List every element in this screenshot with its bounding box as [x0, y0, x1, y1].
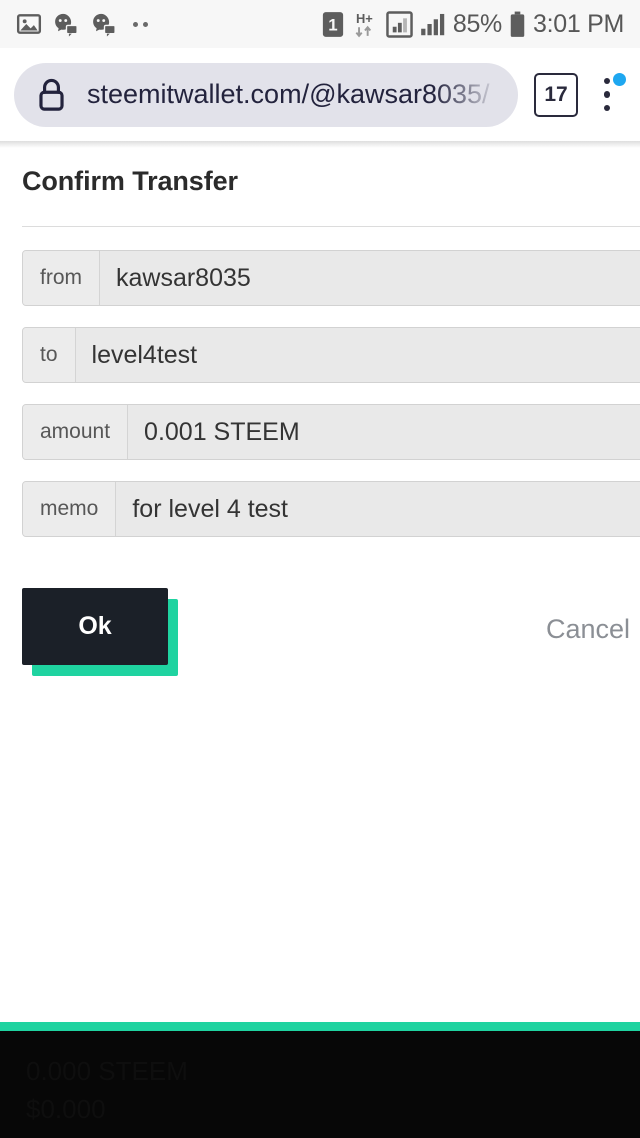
- more-notifications-icon: [133, 21, 148, 27]
- url-text: steemitwallet.com/@kawsar8035/: [87, 79, 490, 109]
- discord-notification-icon: [55, 13, 78, 37]
- transfer-summary-fields: from kawsar8035 to level4test amount 0.0…: [22, 250, 640, 558]
- lock-icon: [39, 78, 64, 111]
- confirm-transfer-ok-button[interactable]: Ok: [22, 588, 168, 665]
- field-value-from: kawsar8035: [100, 251, 640, 305]
- status-bar-notifications: [16, 11, 148, 37]
- confirm-button-group: Ok: [22, 588, 178, 676]
- cancel-button[interactable]: Cancel: [546, 614, 630, 645]
- dialog-actions: Ok Cancel: [0, 588, 640, 698]
- tab-switcher-button[interactable]: 17: [534, 72, 578, 117]
- field-value-amount: 0.001 STEEM: [128, 405, 640, 459]
- battery-icon: [510, 11, 525, 37]
- clock-label: 3:01 PM: [532, 9, 624, 38]
- table-row: to level4test: [22, 327, 640, 383]
- battery-percent-label: 85%: [452, 9, 502, 38]
- tab-count-label: 17: [544, 83, 568, 106]
- footer-accent-bar: [0, 1022, 640, 1031]
- footer-line-steem: 0.000 STEEM: [26, 1056, 188, 1086]
- title-divider: [22, 226, 640, 227]
- phone-screenshot: 1 H+ 85% 3:01 PM steemitwallet.com/@kaws…: [0, 0, 640, 1138]
- field-label-memo: memo: [23, 482, 117, 536]
- image-icon: [16, 14, 42, 34]
- table-row: memo for level 4 test: [22, 481, 640, 537]
- field-value-to: level4test: [75, 328, 640, 382]
- browser-toolbar: steemitwallet.com/@kawsar8035/ 17: [0, 48, 640, 141]
- table-row: from kawsar8035: [22, 250, 640, 306]
- discord-notification-icon-2: [93, 13, 116, 37]
- signal-strength-boxed-icon: [386, 10, 413, 38]
- sim-indicator-label: 1: [328, 15, 337, 34]
- hsdpa-network-icon: H+: [355, 11, 373, 38]
- svg-text:H+: H+: [356, 11, 373, 26]
- sim-card-icon: 1: [322, 11, 343, 37]
- field-label-to: to: [23, 328, 76, 382]
- status-bar-system-icons: 1 H+ 85% 3:01 PM: [321, 10, 624, 38]
- field-value-memo: for level 4 test: [116, 482, 640, 536]
- overflow-menu-icon[interactable]: [584, 63, 630, 127]
- page-footer: 0.000 STEEM $0.000: [0, 1031, 640, 1138]
- footer-line-usd: $0.000: [26, 1093, 106, 1124]
- address-bar[interactable]: steemitwallet.com/@kawsar8035/: [14, 62, 518, 127]
- field-label-from: from: [23, 251, 100, 305]
- android-status-bar: 1 H+ 85% 3:01 PM: [0, 0, 640, 48]
- field-label-amount: amount: [23, 405, 129, 459]
- page-title: Confirm Transfer: [22, 166, 238, 196]
- toolbar-shadow: [0, 141, 640, 148]
- table-row: amount 0.001 STEEM: [22, 404, 640, 460]
- signal-strength-icon: [421, 13, 445, 36]
- webpage-viewport: Confirm Transfer from kawsar8035 to leve…: [0, 148, 640, 1022]
- menu-update-badge-dot: [613, 72, 626, 86]
